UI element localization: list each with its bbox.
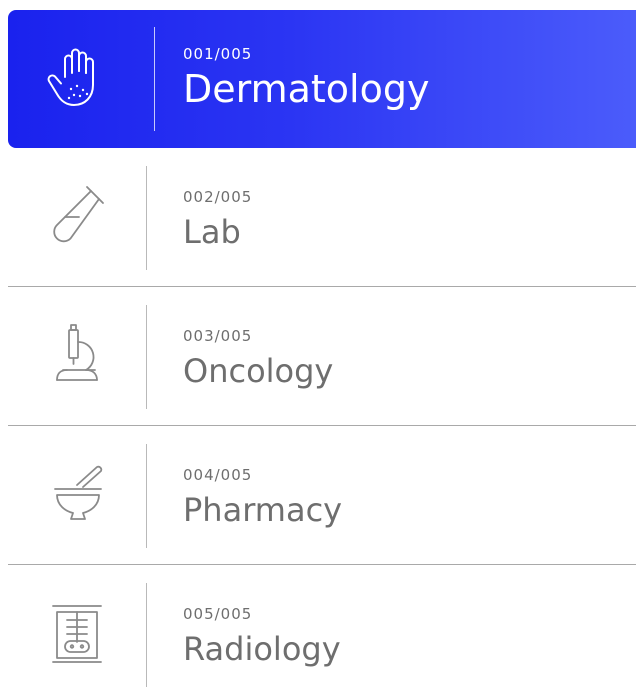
item-divider-vertical xyxy=(146,583,147,687)
item-label: Pharmacy xyxy=(183,491,343,529)
item-number: 002/005 xyxy=(183,188,253,206)
department-item-pharmacy[interactable]: 004/005 Pharmacy xyxy=(0,426,636,565)
item-label: Oncology xyxy=(183,352,334,390)
item-label: Radiology xyxy=(183,630,341,668)
item-divider-vertical xyxy=(154,27,155,131)
item-text: 001/005 Dermatology xyxy=(183,45,429,111)
item-number: 003/005 xyxy=(183,327,253,345)
item-text: 004/005 Pharmacy xyxy=(183,466,342,530)
item-number: 001/005 xyxy=(183,45,253,63)
item-divider-vertical xyxy=(146,166,147,270)
item-label: Lab xyxy=(183,213,241,251)
item-text: 005/005 Radiology xyxy=(183,605,341,669)
item-text: 003/005 Oncology xyxy=(183,327,333,391)
microscope-icon xyxy=(40,317,112,389)
department-item-oncology[interactable]: 003/005 Oncology xyxy=(0,287,636,426)
xray-icon xyxy=(40,595,112,667)
item-label: Dermatology xyxy=(183,67,430,111)
department-item-lab[interactable]: 002/005 Lab xyxy=(0,148,636,287)
department-list: 001/005 Dermatology 002/005 Lab 003/005 … xyxy=(0,0,636,687)
item-divider-vertical xyxy=(146,444,147,548)
item-divider-vertical xyxy=(146,305,147,409)
item-number: 004/005 xyxy=(183,466,253,484)
department-item-dermatology[interactable]: 001/005 Dermatology xyxy=(8,10,636,148)
mortar-pestle-icon xyxy=(40,456,112,528)
item-text: 002/005 Lab xyxy=(183,188,252,252)
test-tube-icon xyxy=(40,178,112,250)
item-number: 005/005 xyxy=(183,605,253,623)
hand-icon xyxy=(41,42,113,114)
department-item-radiology[interactable]: 005/005 Radiology xyxy=(0,565,636,687)
